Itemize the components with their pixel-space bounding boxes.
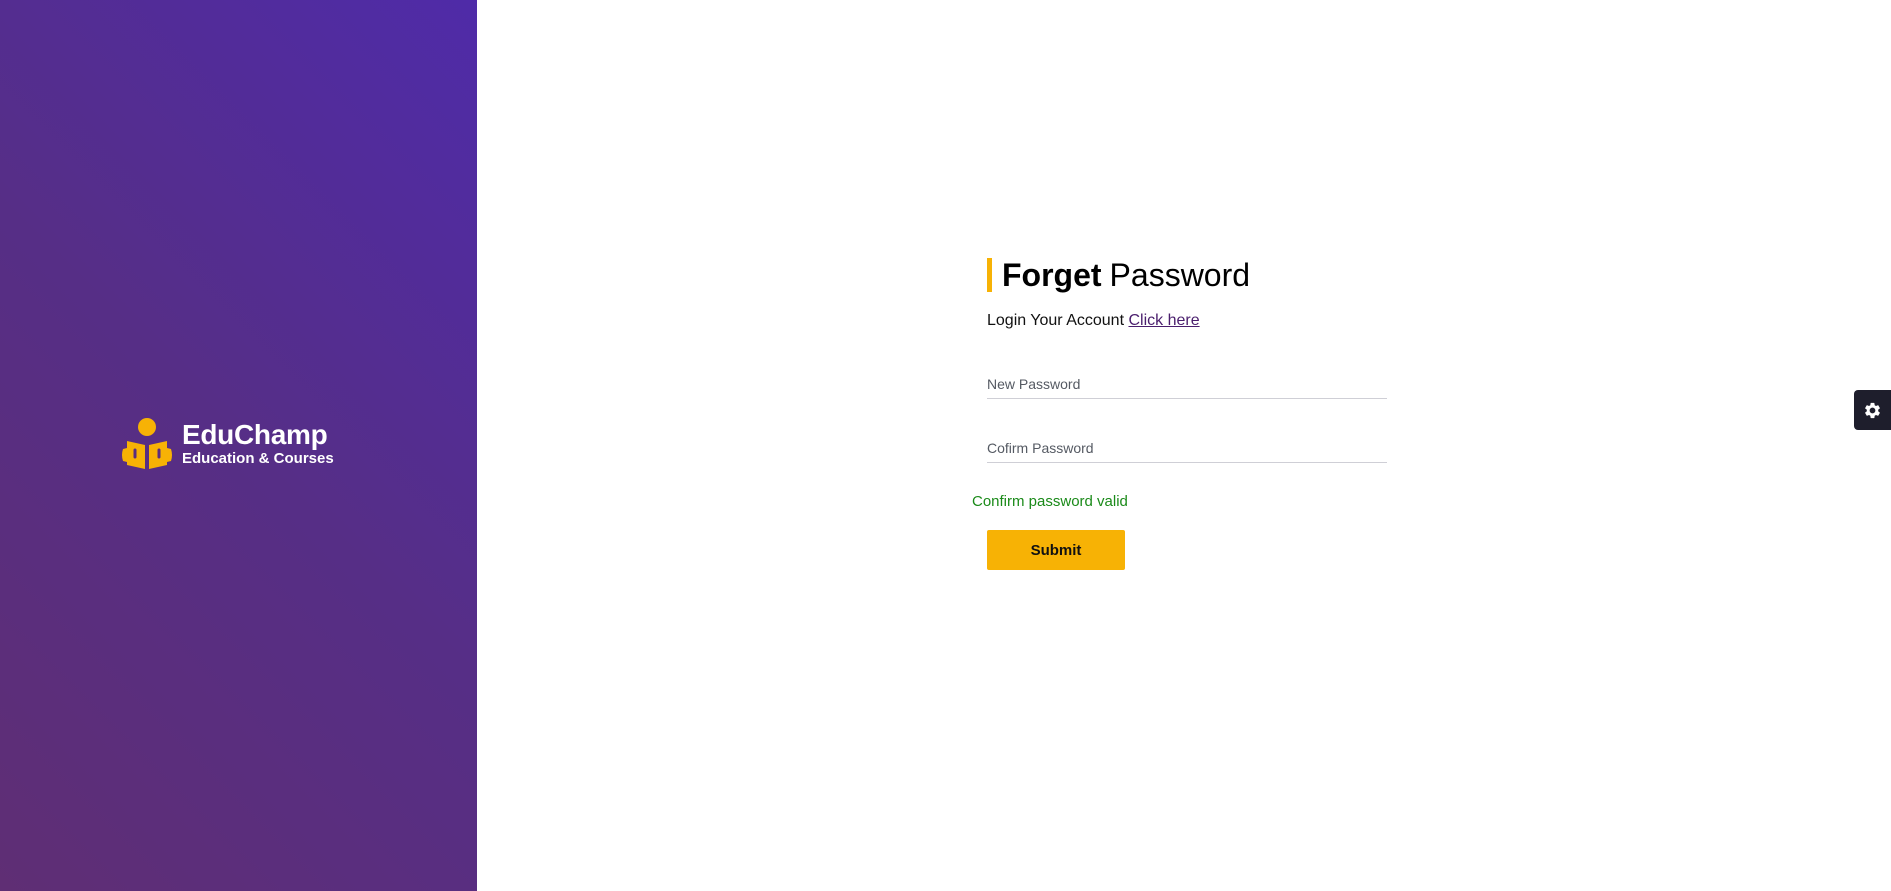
page-title-light: Password [1109, 257, 1251, 293]
reader-icon [122, 418, 172, 469]
gear-icon [1865, 402, 1880, 418]
brand-name: EduChamp [182, 419, 328, 450]
login-prompt-text: Login Your Account [987, 312, 1125, 329]
brand-tagline: Education & Courses [182, 450, 334, 467]
brand-logo[interactable]: EduChamp Education & Courses [121, 417, 334, 471]
settings-toggle-button[interactable] [1854, 390, 1891, 430]
confirm-password-field [987, 431, 1387, 463]
login-link[interactable]: Click here [1128, 312, 1199, 329]
page-title: Forget Password [987, 258, 1387, 292]
forget-password-form: Forget Password Login Your Account Click… [972, 258, 1387, 570]
brand-panel: EduChamp Education & Courses [0, 0, 477, 891]
new-password-input[interactable] [987, 376, 1387, 392]
new-password-field [987, 367, 1387, 399]
login-prompt: Login Your Account Click here [987, 311, 1387, 331]
brand-text: EduChamp Education & Courses [182, 420, 334, 468]
password-valid-message: Confirm password valid [972, 493, 1128, 510]
page-title-bold: Forget [1002, 257, 1102, 293]
submit-button[interactable]: Submit [987, 530, 1125, 570]
confirm-password-input[interactable] [987, 440, 1387, 456]
